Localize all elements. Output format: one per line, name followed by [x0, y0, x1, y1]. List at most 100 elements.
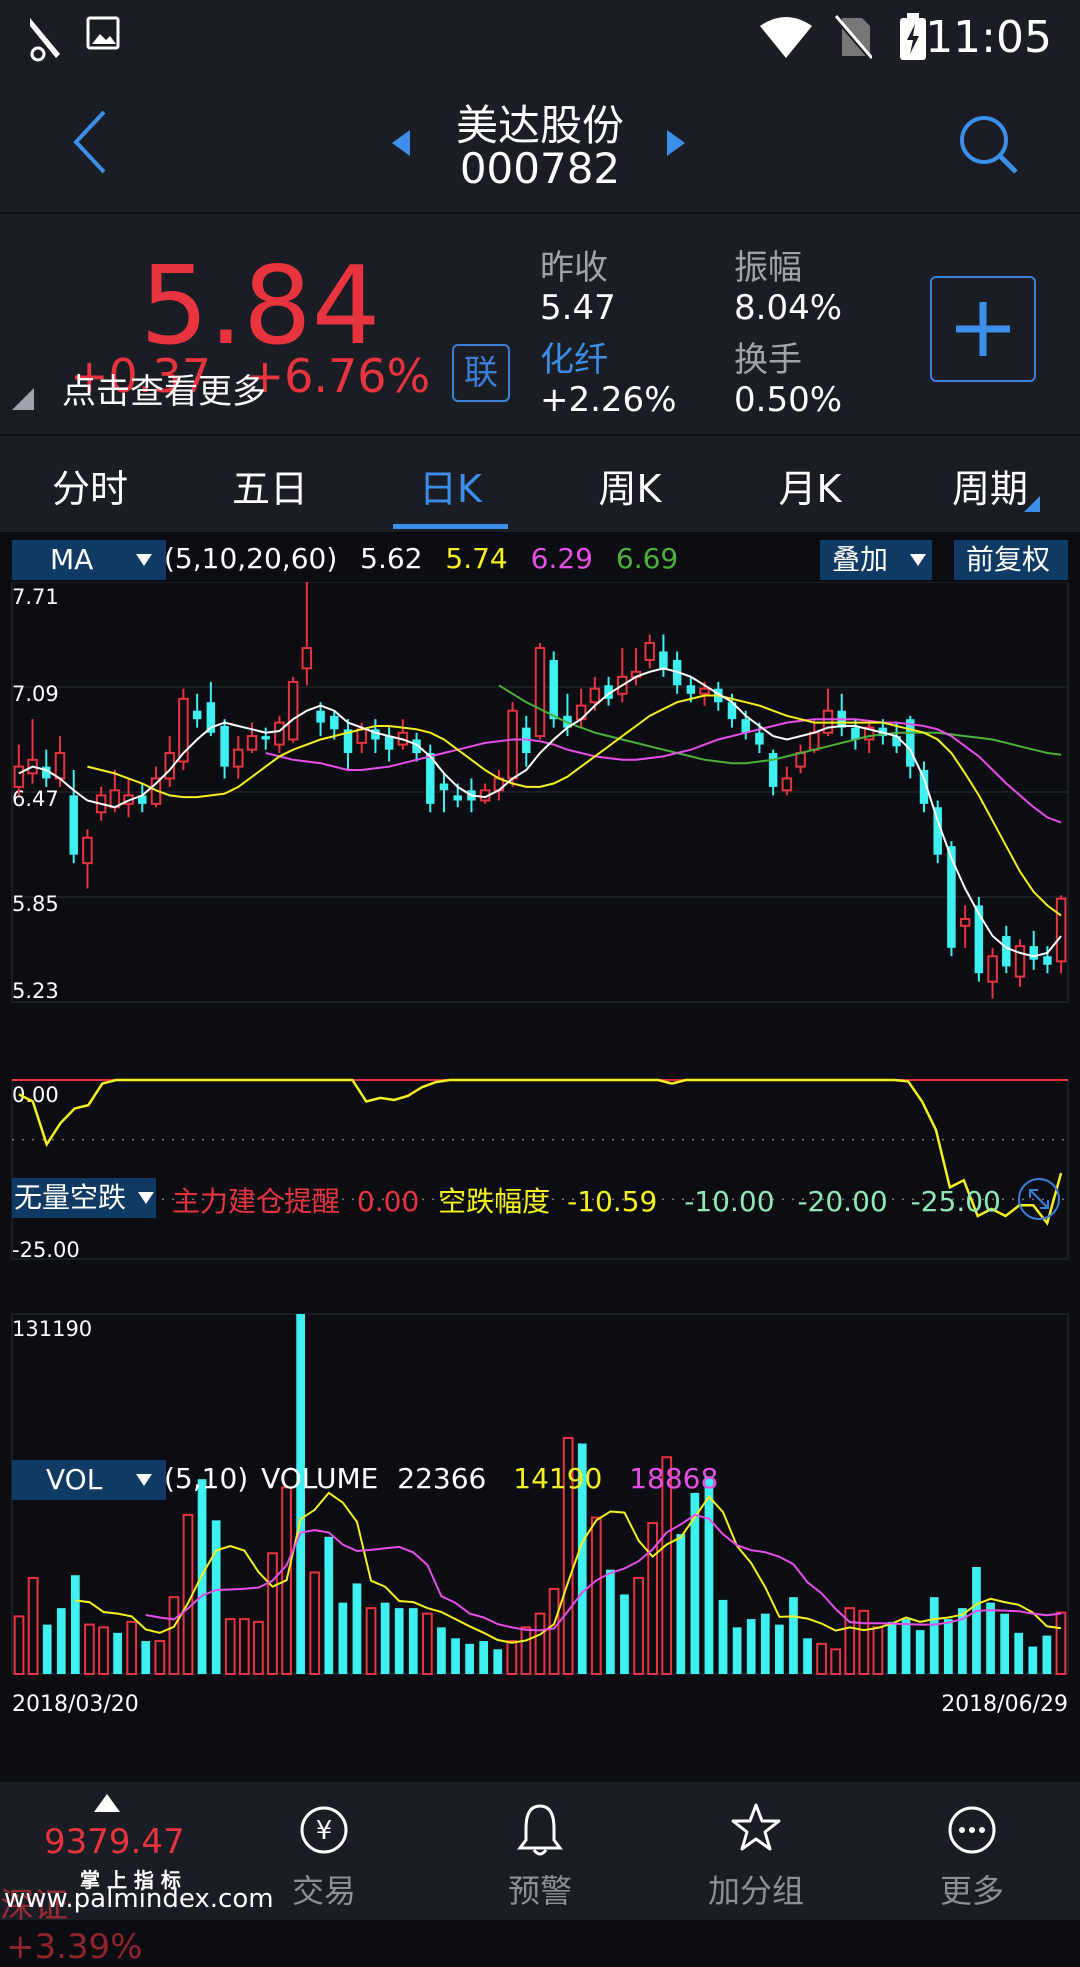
more-icon [948, 1806, 996, 1854]
candle-down [439, 783, 449, 791]
candle-up [987, 955, 998, 983]
volume-bar-down [972, 1566, 981, 1674]
fullscreen-icon[interactable] [1016, 1176, 1062, 1222]
volume-bar-down [704, 1476, 714, 1674]
volume-bar-down [718, 1599, 728, 1674]
star-icon [731, 1803, 781, 1851]
index-percent: +3.39% [6, 1927, 143, 1967]
app-notification-icon [30, 18, 60, 62]
active-tab-indicator [393, 524, 508, 529]
ma-legend: (5,10,20,60) 5.62 5.74 6.29 6.69 [164, 542, 678, 575]
tab-intraday[interactable]: 分时 [30, 458, 150, 513]
nav-add-group-label: 加分组 [707, 1872, 804, 1910]
indicator-selector[interactable]: 无量空跌 [12, 1178, 156, 1218]
tab-five-day[interactable]: 五日 [210, 458, 330, 513]
kline-chart[interactable]: 7.717.096.475.855.230.00-25.00131190 [0, 582, 1080, 1762]
volume-bar-down [774, 1624, 784, 1674]
vol-ma5: 14190 [513, 1462, 603, 1495]
chevron-down-icon [136, 1474, 152, 1486]
vol-ma10: 18868 [629, 1462, 719, 1495]
candle-down [220, 725, 229, 767]
chart-area[interactable]: MA (5,10,20,60) 5.62 5.74 6.29 6.69 叠加 前… [0, 532, 1080, 1782]
volume-bar-down [789, 1597, 798, 1674]
candle-down [686, 685, 696, 694]
candle-up [287, 680, 299, 741]
yen-coin-icon: ¥ [300, 1806, 348, 1854]
overlay-button[interactable]: 叠加 [820, 540, 932, 580]
ma60-value: 6.69 [615, 542, 679, 575]
candle-down [741, 719, 750, 733]
sector-label[interactable]: 化纤 [540, 332, 608, 381]
status-bar: 11:05 [0, 0, 1080, 78]
volume-bar-down [1014, 1632, 1024, 1674]
vol-selector[interactable]: VOL [12, 1460, 166, 1500]
tab-weekly-k[interactable]: 周K [570, 458, 690, 513]
volume-bar-down [352, 1583, 362, 1674]
candle-down [453, 795, 462, 801]
y-tick-label: 7.71 [12, 585, 59, 609]
more-info-hint[interactable]: 点击查看更多 [62, 364, 266, 413]
candle-down [384, 736, 394, 750]
svg-text:¥: ¥ [316, 1816, 333, 1846]
index-value: 9379.47 [44, 1822, 185, 1862]
tab-monthly-k[interactable]: 月K [750, 458, 870, 513]
volume-bar-up [816, 1642, 827, 1676]
nav-more[interactable]: 更多 [902, 1782, 1042, 1920]
linked-button[interactable]: 联 [452, 344, 510, 402]
nav-trade-label: 交易 [291, 1872, 356, 1910]
volume-bar-down [113, 1632, 122, 1674]
search-icon[interactable] [958, 114, 1020, 176]
candle-down [330, 715, 339, 730]
volume-bar-down [620, 1594, 629, 1674]
candle-down [755, 732, 764, 745]
candle-up [781, 777, 793, 792]
vol-selector-label: VOL [46, 1463, 103, 1496]
volume-bar-up [98, 1626, 109, 1675]
no-sim-icon [832, 14, 872, 60]
volume-bar-down [1028, 1646, 1038, 1674]
prev-close-label: 昨收 [540, 248, 608, 288]
nav-alert-label: 预警 [507, 1872, 572, 1910]
image-notification-icon [86, 16, 120, 50]
volume-bar-up [13, 1615, 25, 1675]
add-watchlist-button[interactable] [930, 276, 1036, 382]
ma5-value: 5.62 [360, 542, 423, 575]
volume-bar-up [84, 1623, 95, 1675]
quote-panel[interactable]: 5.84 +0.37 +6.76% 点击查看更多 联 昨收 5.47 化纤 +2… [0, 214, 1080, 434]
nav-trade[interactable]: ¥ 交易 [254, 1782, 394, 1920]
volume-bar-down [915, 1630, 925, 1674]
next-stock-icon[interactable] [665, 128, 687, 158]
volume-bar-up [830, 1648, 842, 1675]
volume-bar-down [408, 1608, 418, 1674]
candle-down [1002, 935, 1011, 967]
index-ticker[interactable]: 9379.47 深证 +3.39% 掌 上 指 标 www.palmindex.… [0, 1782, 274, 1967]
indicator-legend: 主力建仓提醒 0.00 空跌幅度 -10.59 -10.00 -20.00 -2… [172, 1180, 1001, 1220]
ma-selector[interactable]: MA [12, 540, 166, 580]
candle-down [69, 795, 78, 855]
adjust-button[interactable]: 前复权 [954, 540, 1068, 580]
candle-down [659, 651, 668, 669]
turnover-label: 换手 [734, 340, 802, 380]
volume-bar-up [872, 1626, 884, 1675]
indicator-label1: 主力建仓提醒 [172, 1185, 341, 1218]
candle-down [906, 719, 915, 767]
indicator-label2: 空跌幅度 [438, 1185, 551, 1218]
sector-change: +2.26% [540, 380, 677, 420]
plus-icon [956, 302, 1010, 356]
candle-down [549, 659, 558, 720]
volume-bar-up [182, 1513, 194, 1676]
volume-bar-up [267, 1552, 278, 1676]
volume-bar-up [633, 1576, 644, 1676]
nav-add-group[interactable]: 加分组 [686, 1782, 826, 1920]
candle-up [233, 748, 244, 768]
volume-bar-up [168, 1596, 180, 1675]
y-tick-label: 7.09 [12, 682, 59, 706]
nav-alert[interactable]: 预警 [470, 1782, 610, 1920]
volume-bar-down [901, 1619, 911, 1674]
bell-icon [517, 1804, 563, 1856]
battery-charging-icon [900, 13, 926, 60]
volume-bar-down [211, 1520, 221, 1674]
change-percent: +6.76% [245, 349, 431, 403]
tab-daily-k[interactable]: 日K [393, 458, 508, 513]
date-start: 2018/03/20 [12, 1692, 139, 1717]
